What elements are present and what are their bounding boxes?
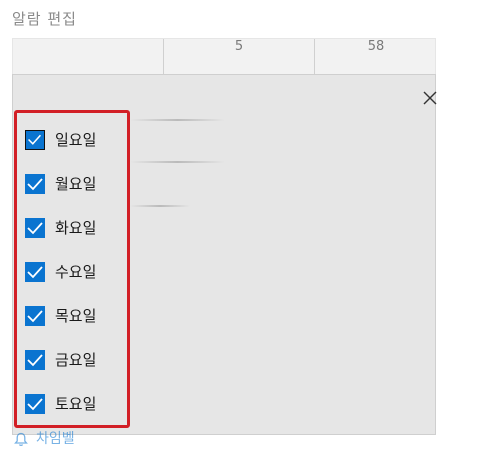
check-icon: [27, 354, 43, 367]
day-checkbox-saturday[interactable]: [25, 394, 45, 414]
day-option-sunday[interactable]: 일요일: [25, 129, 125, 153]
time-picker[interactable]: 5 58: [12, 38, 437, 75]
day-option-saturday[interactable]: 토요일: [25, 393, 125, 417]
hour-value: 5: [234, 39, 244, 54]
background-divider: [130, 205, 190, 207]
background-divider: [130, 161, 225, 163]
day-checkbox-friday[interactable]: [25, 350, 45, 370]
day-option-thursday[interactable]: 목요일: [25, 305, 125, 329]
time-column-hour[interactable]: 5: [164, 39, 315, 75]
day-label: 화요일: [55, 219, 97, 237]
day-option-tuesday[interactable]: 화요일: [25, 217, 125, 241]
minute-value: 58: [367, 39, 385, 54]
day-label: 일요일: [55, 131, 97, 149]
repeat-days-list: 일요일 월요일 화요일 수요일 목요일 금요일 토요일: [14, 110, 130, 428]
time-column-period[interactable]: [13, 39, 164, 75]
close-button[interactable]: [420, 88, 440, 108]
day-label: 토요일: [55, 395, 97, 413]
check-icon: [27, 178, 43, 191]
day-option-friday[interactable]: 금요일: [25, 349, 125, 373]
day-checkbox-wednesday[interactable]: [25, 262, 45, 282]
check-icon: [27, 398, 43, 411]
time-column-minute[interactable]: 58: [315, 39, 437, 75]
day-checkbox-sunday[interactable]: [25, 130, 45, 150]
day-option-wednesday[interactable]: 수요일: [25, 261, 125, 285]
day-checkbox-thursday[interactable]: [25, 306, 45, 326]
bell-icon: [14, 432, 28, 446]
check-icon: [27, 266, 43, 279]
day-label: 수요일: [55, 263, 97, 281]
day-checkbox-monday[interactable]: [25, 174, 45, 194]
page-title: 알람 편집: [12, 10, 77, 28]
alarm-sound-label: 차임벨: [36, 431, 75, 447]
day-label: 월요일: [55, 175, 97, 193]
check-icon: [28, 134, 42, 145]
check-icon: [27, 310, 43, 323]
day-option-monday[interactable]: 월요일: [25, 173, 125, 197]
check-icon: [27, 222, 43, 235]
background-divider: [130, 119, 225, 121]
day-checkbox-tuesday[interactable]: [25, 218, 45, 238]
day-label: 금요일: [55, 351, 97, 369]
close-icon: [423, 91, 437, 105]
day-label: 목요일: [55, 307, 97, 325]
